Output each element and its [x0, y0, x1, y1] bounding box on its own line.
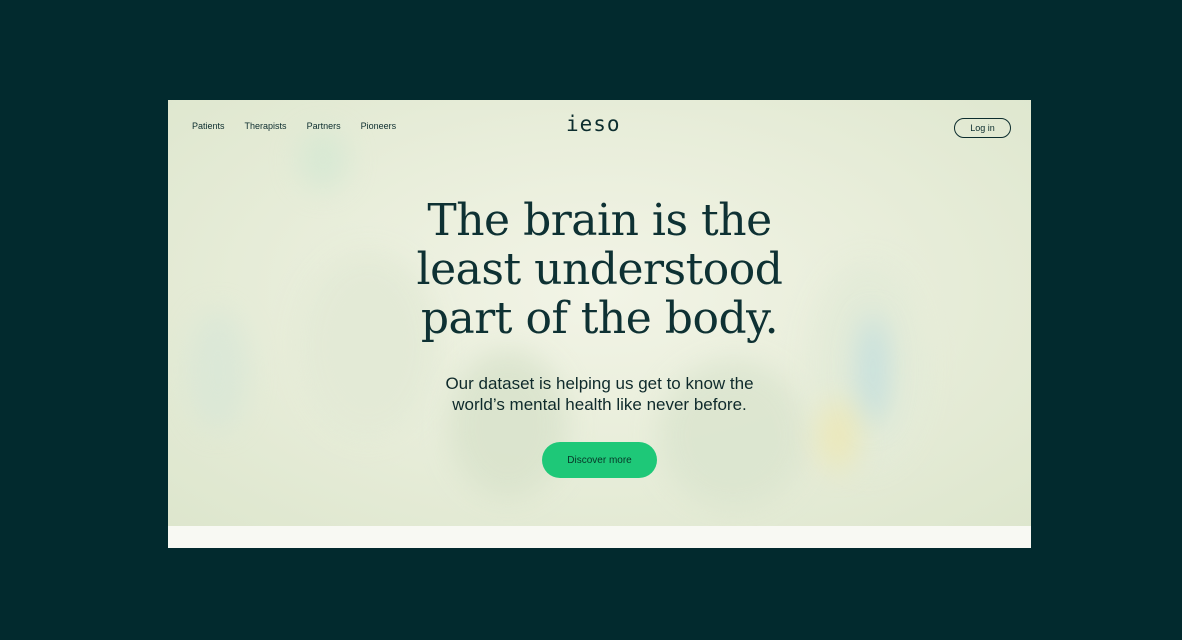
headline-line: least understood	[416, 244, 783, 295]
discover-more-button[interactable]: Discover more	[542, 442, 657, 478]
nav-link-partners[interactable]: Partners	[307, 121, 341, 131]
page-backdrop: Patients Therapists Partners Pioneers ie…	[0, 0, 1182, 640]
nav-link-pioneers[interactable]: Pioneers	[361, 121, 397, 131]
nav-link-patients[interactable]: Patients	[192, 121, 225, 131]
decorative-blob	[858, 315, 888, 425]
hero-subtext: Our dataset is helping us get to know th…	[388, 373, 811, 415]
headline-line: part of the body.	[420, 293, 779, 344]
top-navigation: Patients Therapists Partners Pioneers ie…	[168, 100, 1031, 156]
decorative-blob	[818, 400, 858, 470]
website-frame: Patients Therapists Partners Pioneers ie…	[168, 100, 1031, 548]
ieso-logo[interactable]: ieso	[566, 112, 621, 136]
subtext-line: Our dataset is helping us get to know th…	[445, 374, 754, 393]
nav-link-therapists[interactable]: Therapists	[245, 121, 287, 131]
hero-headline: The brain is the least understood part o…	[368, 196, 831, 343]
decorative-blob	[188, 310, 248, 430]
next-section-strip	[168, 526, 1031, 548]
nav-links: Patients Therapists Partners Pioneers	[192, 121, 396, 131]
subtext-line: world’s mental health like never before.	[452, 395, 747, 414]
hero-section: Patients Therapists Partners Pioneers ie…	[168, 100, 1031, 526]
login-button[interactable]: Log in	[954, 118, 1011, 138]
headline-line: The brain is the	[427, 195, 772, 246]
